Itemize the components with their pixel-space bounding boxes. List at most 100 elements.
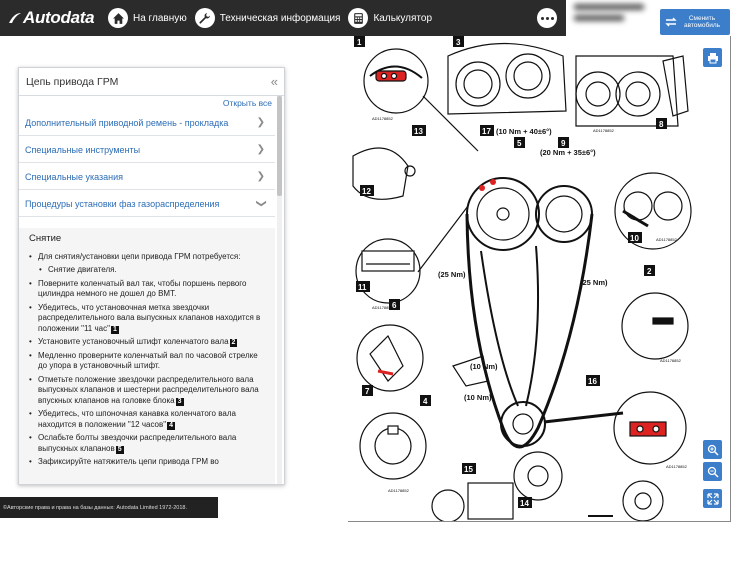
accordion-item-special-notes[interactable]: Специальные указания ❯: [19, 164, 275, 190]
torque-label-top2: (20 Nm + 35±6°): [540, 148, 596, 157]
app-root: Autodata На главную Техническая информац…: [0, 0, 745, 574]
diagram-reference-badge[interactable]: 4: [167, 421, 176, 430]
diagram-label-9: 9: [561, 139, 566, 148]
change-vehicle-label: Сменить автомобиль: [683, 15, 721, 29]
print-button[interactable]: [703, 48, 722, 67]
procedure-step-text: Установите установочный штифт коленчатог…: [38, 337, 229, 346]
nav-calculator-label: Калькулятор: [373, 12, 433, 24]
logo-swoosh-icon: [9, 13, 21, 23]
diagram-label-13: 13: [414, 127, 423, 136]
diagram-label-3: 3: [456, 38, 461, 47]
nav-technical-info[interactable]: Техническая информация: [194, 0, 341, 36]
timing-chain-diagram[interactable]: 1 3 8 13 17 5 9 12 10 11 2 6 7 4 16 15 1…: [348, 36, 730, 522]
procedure-step-text: Ослабьте болты звездочки распределительн…: [38, 433, 237, 453]
torque-label-10-right: (10 Nm): [470, 362, 498, 371]
procedure-step: Убедитесь, что установочная метка звездо…: [29, 303, 265, 335]
calculator-icon: [348, 8, 369, 28]
panel-header: Цепь привода ГРМ «: [19, 68, 284, 96]
autodata-logo[interactable]: Autodata: [0, 0, 100, 36]
procedure-step: Поверните коленчатый вал так, чтобы порш…: [29, 279, 265, 300]
fullscreen-button[interactable]: [703, 489, 722, 508]
procedure-step-text: Отметьте положение звездочки распределит…: [38, 374, 259, 405]
torque-label-top: (10 Nm + 40±6°): [496, 127, 552, 136]
chevron-down-icon: ❯: [255, 199, 267, 208]
expand-icon: [706, 492, 719, 505]
chevron-right-icon: ❯: [256, 171, 265, 182]
accordion-item-valve-timing[interactable]: Процедуры установки фаз газораспределени…: [19, 191, 275, 217]
diagram-reference-badge[interactable]: 5: [115, 445, 124, 454]
procedure-step: Медленно проверните коленчатый вал по ча…: [29, 351, 265, 372]
ref-code: AD1178852: [666, 464, 688, 469]
panel-title: Цепь привода ГРМ: [26, 75, 119, 88]
procedure-step: Установите установочный штифт коленчатог…: [29, 337, 265, 348]
torque-label-25-left: (25 Nm): [438, 270, 466, 279]
accordion-item-label: Дополнительный приводной ремень - прокла…: [25, 117, 229, 128]
diagram-label-4: 4: [423, 397, 428, 406]
collapse-panel-button[interactable]: «: [271, 74, 278, 89]
nav-technical-info-label: Техническая информация: [219, 12, 341, 24]
diagram-label-1: 1: [357, 38, 362, 47]
ref-code: AD1178852: [660, 358, 682, 363]
panel-scrollbar[interactable]: [277, 96, 282, 484]
torque-label-10-bottom: (10 Nm): [464, 393, 492, 402]
wrench-icon: [194, 8, 215, 28]
diagram-label-14: 14: [520, 499, 529, 508]
procedure-step: Ослабьте болты звездочки распределительн…: [29, 433, 265, 454]
diagram-label-15: 15: [464, 465, 473, 474]
procedure-step-text: Убедитесь, что установочная метка звездо…: [38, 302, 261, 333]
accordion-item-accessory-belt[interactable]: Дополнительный приводной ремень - прокла…: [19, 110, 275, 136]
procedure-step: Для снятия/установки цепи привода ГРМ по…: [29, 252, 265, 263]
zoom-out-button[interactable]: [703, 462, 722, 481]
diagram-label-12: 12: [362, 187, 371, 196]
diagram-label-8: 8: [659, 120, 664, 129]
dot-icon: [545, 16, 549, 20]
zoom-out-icon: [707, 466, 719, 478]
copyright-notice: ©Авторские права и права на базы данных:…: [0, 497, 218, 518]
procedure-step-text: Зафиксируйте натяжитель цепи привода ГРМ…: [38, 457, 219, 466]
accordion-item-special-tools[interactable]: Специальные инструменты ❯: [19, 137, 275, 163]
procedure-step-text: Поверните коленчатый вал так, чтобы порш…: [38, 278, 247, 299]
zoom-in-button[interactable]: [703, 440, 722, 459]
diagram-reference-badge[interactable]: 3: [175, 397, 184, 406]
swap-arrows-icon: [665, 17, 677, 27]
accordion-item-label: Специальные указания: [25, 171, 123, 182]
diagram-label-7: 7: [365, 387, 370, 396]
procedure-steps: Для снятия/установки цепи привода ГРМ по…: [29, 252, 265, 468]
ref-code: AD1178852: [593, 128, 615, 133]
accordion-item-label: Специальные инструменты: [25, 144, 141, 155]
procedure-step: Убедитесь, что шпоночная канавка коленча…: [29, 409, 265, 430]
scrollbar-thumb[interactable]: [277, 96, 282, 196]
open-all-link[interactable]: Открыть все: [223, 98, 272, 108]
change-vehicle-button[interactable]: Сменить автомобиль: [660, 9, 730, 35]
section-title: Снятие: [29, 233, 62, 244]
accordion-item-label: Процедуры установки фаз газораспределени…: [25, 198, 220, 209]
procedure-step-text: Для снятия/установки цепи привода ГРМ по…: [38, 251, 241, 261]
nav-home[interactable]: На главную: [108, 0, 187, 36]
diagram-reference-badge[interactable]: 2: [229, 339, 238, 347]
diagram-label-11: 11: [358, 283, 367, 292]
chevron-right-icon: ❯: [256, 117, 265, 128]
diagram-label-10: 10: [630, 234, 639, 243]
procedure-step: Отметьте положение звездочки распределит…: [29, 375, 265, 407]
diagram-border-bottom: [348, 521, 731, 522]
top-navigation-bar: Autodata На главную Техническая информац…: [0, 0, 566, 36]
nav-calculator[interactable]: Калькулятор: [348, 0, 432, 36]
chevron-right-icon: ❯: [256, 144, 265, 155]
timing-chain-panel: Цепь привода ГРМ « Открыть все Дополните…: [18, 67, 285, 485]
more-options-button[interactable]: [537, 8, 557, 28]
dot-icon: [550, 16, 554, 20]
procedure-content: Снятие Для снятия/установки цепи привода…: [19, 228, 275, 484]
logo-text: Autodata: [23, 8, 95, 27]
dot-icon: [540, 16, 544, 20]
procedure-step-text: Убедитесь, что шпоночная канавка коленча…: [38, 409, 236, 429]
diagram-label-17: 17: [482, 127, 491, 136]
diagram-label-2: 2: [647, 267, 652, 276]
nav-home-label: На главную: [133, 12, 187, 24]
diagram-reference-badge[interactable]: 1: [110, 325, 119, 334]
zoom-in-icon: [707, 444, 719, 456]
ref-code: AD1178852: [656, 237, 678, 242]
diagram-label-16: 16: [588, 377, 597, 386]
procedure-step: Зафиксируйте натяжитель цепи привода ГРМ…: [29, 457, 265, 468]
ref-code: AD1178852: [388, 488, 410, 493]
ref-code: AD1178852: [372, 305, 394, 310]
